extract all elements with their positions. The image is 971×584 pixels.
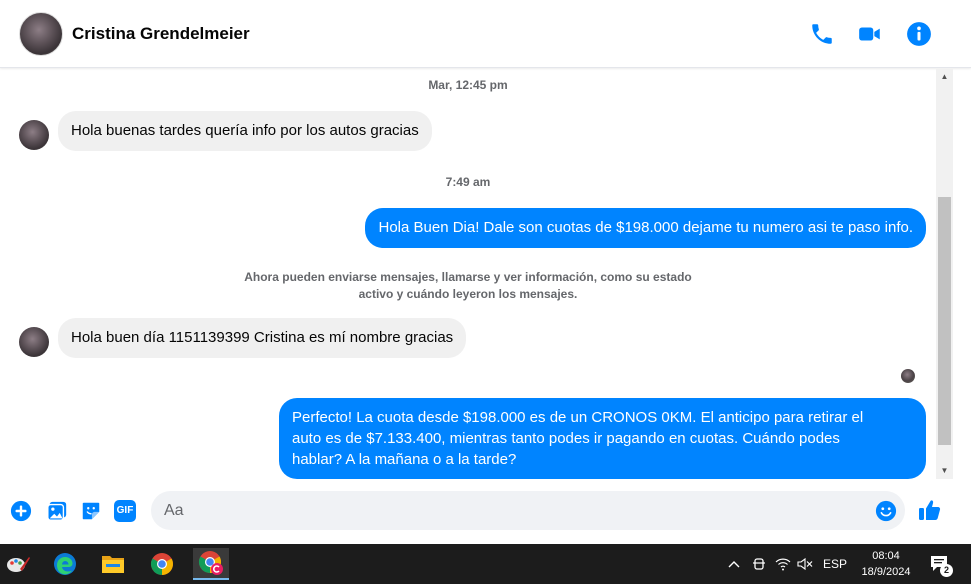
chrome-icon[interactable] (144, 548, 180, 580)
composer: GIF (0, 479, 971, 544)
chrome-profile-icon[interactable] (193, 548, 229, 580)
messenger-window: Cristina Grendelmeier Mar, 12:45 pm Hola… (0, 0, 971, 584)
paint-app-icon[interactable] (0, 548, 36, 580)
chevron-up-icon[interactable] (725, 544, 743, 584)
message-input[interactable] (151, 491, 905, 530)
notification-count: 2 (940, 564, 953, 577)
windows-taskbar: ESP 08:04 18/9/2024 2 (0, 544, 971, 584)
timestamp: 7:49 am (445, 175, 491, 189)
speaker-muted-icon[interactable] (796, 544, 814, 584)
thumbs-up-icon[interactable] (918, 498, 942, 522)
scroll-down-arrow-icon[interactable]: ▼ (936, 463, 953, 479)
contact-avatar-small[interactable] (19, 120, 49, 150)
incoming-message[interactable]: Hola buen día 1151139399 Cristina es mí … (58, 318, 467, 358)
privacy-notice: Ahora pueden enviarse mensajes, llamarse… (0, 269, 936, 303)
incoming-message[interactable]: Hola buenas tardes quería info por los a… (58, 111, 432, 151)
message-line: Perfecto! La cuota desde $198.000 es de … (292, 409, 864, 426)
contact-avatar[interactable] (19, 12, 63, 56)
sticker-icon[interactable] (80, 500, 102, 522)
timestamp: Mar, 12:45 pm (428, 78, 508, 92)
info-icon[interactable] (906, 21, 932, 47)
wifi-icon[interactable] (774, 544, 792, 584)
contact-avatar-small[interactable] (19, 327, 49, 357)
chat-header: Cristina Grendelmeier (0, 0, 971, 68)
system-clock[interactable]: 08:04 18/9/2024 (852, 548, 920, 580)
scrollbar[interactable]: ▲ ▼ (936, 69, 953, 479)
outgoing-message[interactable]: Hola Buen Dia! Dale son cuotas de $198.0… (365, 208, 926, 248)
notice-line: activo y cuándo leyeron los mensajes. (358, 287, 578, 301)
file-explorer-icon[interactable] (95, 548, 131, 580)
clock-date: 18/9/2024 (861, 566, 911, 578)
scroll-up-arrow-icon[interactable]: ▲ (936, 69, 953, 85)
contact-name[interactable]: Cristina Grendelmeier (72, 24, 250, 44)
message-line: auto es de $7.133.400, mientras tanto po… (292, 430, 840, 447)
meet-now-icon[interactable] (750, 544, 768, 584)
notice-line: Ahora pueden enviarse mensajes, llamarse… (244, 270, 692, 284)
clock-time: 08:04 (872, 550, 900, 562)
message-line: hablar? A la mañana o a la tarde? (292, 451, 517, 468)
video-call-icon[interactable] (857, 21, 883, 47)
notifications-icon[interactable]: 2 (928, 544, 953, 584)
language-indicator[interactable]: ESP (822, 544, 848, 584)
image-icon[interactable] (46, 500, 68, 522)
scroll-thumb[interactable] (938, 197, 951, 445)
edge-icon[interactable] (47, 548, 83, 580)
seen-avatar (901, 369, 915, 383)
phone-icon[interactable] (809, 21, 835, 47)
message-list[interactable]: Mar, 12:45 pm Hola buenas tardes quería … (0, 69, 936, 479)
plus-icon[interactable] (10, 500, 32, 522)
gif-icon[interactable]: GIF (114, 500, 136, 522)
outgoing-message[interactable]: Perfecto! La cuota desde $198.000 es de … (279, 398, 926, 479)
emoji-icon[interactable] (875, 500, 897, 522)
